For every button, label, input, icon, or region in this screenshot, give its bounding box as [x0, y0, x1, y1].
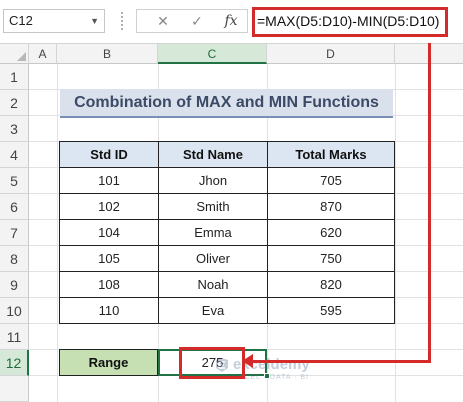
- row-header-7[interactable]: 7: [0, 220, 29, 246]
- cell-std-id[interactable]: 110: [59, 297, 159, 324]
- enter-check-icon[interactable]: ✓: [185, 10, 209, 32]
- table-row: 105 Oliver 750: [59, 245, 395, 272]
- select-all-triangle-icon: [17, 52, 26, 61]
- header-std-name[interactable]: Std Name: [158, 141, 268, 168]
- cell-std-name[interactable]: Emma: [158, 219, 268, 246]
- table-row: 101 Jhon 705: [59, 167, 395, 194]
- row-header-4[interactable]: 4: [0, 142, 29, 168]
- connector-line-horizontal: [250, 360, 431, 363]
- cell-total-marks[interactable]: 595: [267, 297, 395, 324]
- range-label-cell[interactable]: Range: [59, 349, 158, 376]
- column-header-a[interactable]: A: [29, 44, 57, 64]
- name-box-value: C12: [9, 13, 33, 28]
- cell-std-name[interactable]: Oliver: [158, 245, 268, 272]
- name-box[interactable]: C12 ▼: [3, 9, 105, 33]
- column-header-b[interactable]: B: [57, 44, 158, 64]
- cell-std-id[interactable]: 102: [59, 193, 159, 220]
- insert-function-icon[interactable]: fx: [219, 10, 243, 32]
- column-header-c[interactable]: C: [158, 44, 267, 64]
- row-header-2[interactable]: 2: [0, 90, 29, 116]
- cell-total-marks[interactable]: 750: [267, 245, 395, 272]
- table-row: 110 Eva 595: [59, 297, 395, 324]
- table-row: 102 Smith 870: [59, 193, 395, 220]
- formula-highlight-box: [252, 7, 448, 37]
- table-row: 108 Noah 820: [59, 271, 395, 298]
- sheet-title[interactable]: Combination of MAX and MIN Functions: [60, 89, 393, 116]
- cell-std-name[interactable]: Smith: [158, 193, 268, 220]
- row-header-10[interactable]: 10: [0, 298, 29, 324]
- fill-handle[interactable]: [264, 373, 270, 379]
- marks-table: Std ID Std Name Total Marks 101 Jhon 705…: [59, 141, 395, 324]
- result-highlight-box: [179, 347, 245, 379]
- cell-total-marks[interactable]: 870: [267, 193, 395, 220]
- cell-total-marks[interactable]: 820: [267, 271, 395, 298]
- row-header-6[interactable]: 6: [0, 194, 29, 220]
- cancel-icon[interactable]: ✕: [151, 10, 175, 32]
- cell-total-marks[interactable]: 705: [267, 167, 395, 194]
- title-underline: [60, 116, 393, 118]
- row-header-3[interactable]: 3: [0, 116, 29, 142]
- row-header-9[interactable]: 9: [0, 272, 29, 298]
- chevron-down-icon[interactable]: ▼: [90, 10, 99, 32]
- column-header-d[interactable]: D: [267, 44, 395, 64]
- row-header-8[interactable]: 8: [0, 246, 29, 272]
- select-all-corner[interactable]: [0, 44, 29, 64]
- table-header-row: Std ID Std Name Total Marks: [59, 141, 395, 168]
- cell-std-name[interactable]: Eva: [158, 297, 268, 324]
- formula-bar-grip[interactable]: [121, 12, 123, 30]
- header-std-id[interactable]: Std ID: [59, 141, 159, 168]
- row-header-12[interactable]: 12: [0, 350, 29, 376]
- table-row: 104 Emma 620: [59, 219, 395, 246]
- arrow-left-icon: [242, 354, 253, 368]
- header-total-marks[interactable]: Total Marks: [267, 141, 395, 168]
- cell-std-name[interactable]: Noah: [158, 271, 268, 298]
- connector-line-vertical: [428, 43, 431, 363]
- formula-buttons: ✕ ✓ fx: [136, 9, 248, 33]
- row-header-1[interactable]: 1: [0, 64, 29, 90]
- cell-std-id[interactable]: 104: [59, 219, 159, 246]
- cell-std-name[interactable]: Jhon: [158, 167, 268, 194]
- cell-std-id[interactable]: 101: [59, 167, 159, 194]
- row-header-5[interactable]: 5: [0, 168, 29, 194]
- row-header-13[interactable]: [0, 376, 29, 402]
- cell-total-marks[interactable]: 620: [267, 219, 395, 246]
- cell-std-id[interactable]: 105: [59, 245, 159, 272]
- row-header-11[interactable]: 11: [0, 324, 29, 350]
- cell-std-id[interactable]: 108: [59, 271, 159, 298]
